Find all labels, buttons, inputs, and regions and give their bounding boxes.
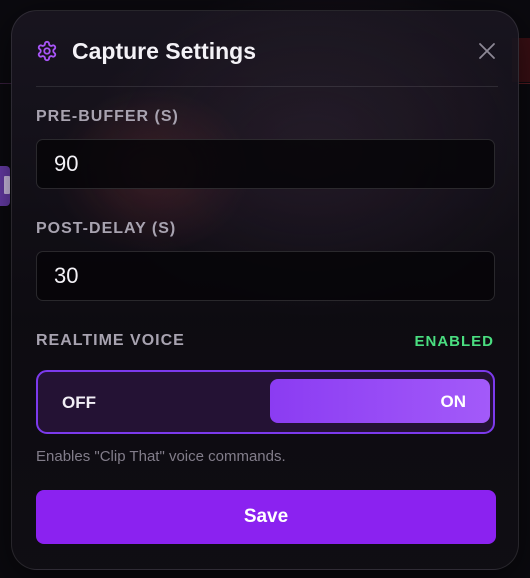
modal-title: Capture Settings — [72, 38, 257, 64]
background-divider — [518, 83, 530, 84]
post-delay-input[interactable] — [36, 251, 495, 301]
pre-buffer-label: PRE-BUFFER (S) — [36, 108, 179, 125]
toggle-off-option[interactable]: OFF — [62, 393, 96, 413]
post-delay-label: POST-DELAY (S) — [36, 220, 177, 237]
realtime-voice-toggle[interactable]: OFF ON — [36, 370, 495, 434]
background-side-tab-glyph — [4, 176, 10, 194]
voice-helper-text: Enables "Clip That" voice commands. — [36, 448, 286, 465]
modal-header: Capture Settings — [36, 11, 498, 87]
pre-buffer-input[interactable] — [36, 139, 495, 189]
toggle-on-label: ON — [440, 392, 467, 411]
gear-icon — [36, 40, 58, 62]
toggle-on-option[interactable]: ON — [270, 379, 490, 423]
realtime-voice-label: REALTIME VOICE — [36, 332, 185, 349]
save-button[interactable]: Save — [36, 490, 496, 544]
close-icon[interactable] — [476, 40, 498, 62]
capture-settings-modal: Capture Settings PRE-BUFFER (S) POST-DEL… — [11, 10, 519, 570]
voice-status-badge: ENABLED — [414, 333, 494, 350]
